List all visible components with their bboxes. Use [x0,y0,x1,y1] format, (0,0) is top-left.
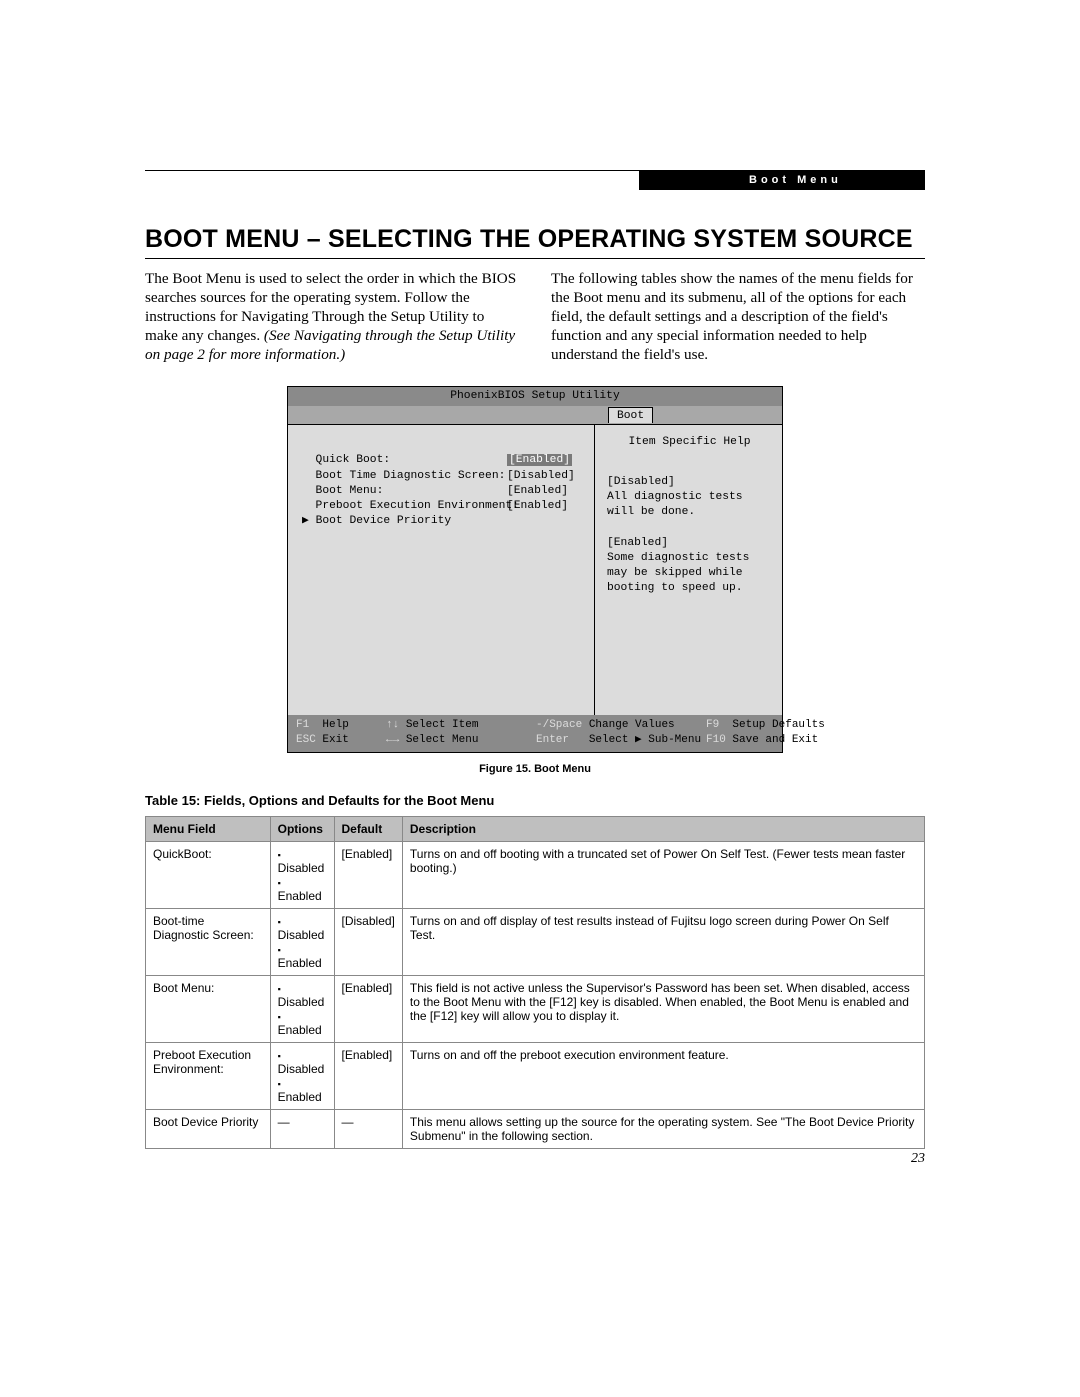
key-minus-space: -/Space [536,719,582,731]
cell-field: Boot Menu: [146,975,271,1042]
option-item: Disabled [278,847,327,875]
cell-description: This field is not active unless the Supe… [402,975,924,1042]
key-f1-label: Help [322,719,348,731]
cell-field: Preboot Execution Environment: [146,1042,271,1109]
bios-row-value: [Enabled] [507,453,572,468]
spec-table: Menu FieldOptionsDefaultDescription Quic… [145,816,925,1149]
figure-caption: Figure 15. Boot Menu [287,763,783,775]
key-enter-label: Select ▶ Sub-Menu [589,734,701,746]
key-enter: Enter [536,734,569,746]
bios-tabbar: Boot [288,406,782,424]
key-f9: F9 [706,719,719,731]
bios-help-title: Item Specific Help [607,435,772,450]
bios-help-body: [Disabled] All diagnostic tests will be … [607,475,772,597]
cell-description: Turns on and off the preboot execution e… [402,1042,924,1109]
key-leftright-label: Select Menu [406,734,479,746]
cell-description: Turns on and off booting with a truncate… [402,841,924,908]
table-row: Boot-time Diagnostic Screen:DisabledEnab… [146,908,925,975]
bios-row-label: Quick Boot: [302,453,507,468]
cell-options: DisabledEnabled [270,841,334,908]
cell-options: DisabledEnabled [270,975,334,1042]
bios-tab-boot: Boot [608,407,653,423]
bios-row-value: [Enabled] [507,499,568,514]
intro-columns: The Boot Menu is used to select the orde… [145,269,925,364]
option-item: Enabled [278,875,327,903]
bios-help: Item Specific Help [Disabled] All diagno… [595,425,782,715]
table-header: Description [402,816,924,841]
table-row: QuickBoot:DisabledEnabled[Enabled]Turns … [146,841,925,908]
key-esc: ESC [296,734,316,746]
bios-row: ▶ Boot Device Priority [302,514,584,529]
section-tag: Boot Menu [639,170,925,190]
table-header: Options [270,816,334,841]
cell-description: Turns on and off display of test results… [402,908,924,975]
key-f1: F1 [296,719,309,731]
key-f10-label: Save and Exit [732,734,818,746]
page-heading: BOOT MENU – SELECTING THE OPERATING SYST… [145,225,925,259]
cell-default: [Disabled] [334,908,402,975]
bios-row: Boot Menu:[Enabled] [302,484,584,499]
cell-default: [Enabled] [334,1042,402,1109]
option-item: Disabled [278,981,327,1009]
table-header: Default [334,816,402,841]
key-esc-label: Exit [322,734,348,746]
bios-row: Quick Boot:[Enabled] [302,453,584,468]
cell-options: DisabledEnabled [270,908,334,975]
option-item: Enabled [278,1076,327,1104]
bios-row-value: [Enabled] [507,484,568,499]
bios-row: Preboot Execution Environment:[Enabled] [302,499,584,514]
option-item: Disabled [278,914,327,942]
bios-row: Boot Time Diagnostic Screen:[Disabled] [302,469,584,484]
bios-row-label: Preboot Execution Environment: [302,499,507,514]
cell-default: [Enabled] [334,841,402,908]
intro-right: The following tables show the names of t… [551,269,925,364]
intro-left: The Boot Menu is used to select the orde… [145,269,519,364]
key-leftright: ←→ [386,734,399,746]
table-header: Menu Field [146,816,271,841]
table-row: Preboot Execution Environment:DisabledEn… [146,1042,925,1109]
bios-row-label: Boot Menu: [302,484,507,499]
cell-options: — [270,1109,334,1148]
cell-field: QuickBoot: [146,841,271,908]
key-updown: ↑↓ [386,719,399,731]
cell-description: This menu allows setting up the source f… [402,1109,924,1148]
bios-row-label: ▶ Boot Device Priority [302,514,507,529]
key-f9-label: Setup Defaults [732,719,824,731]
cell-options: DisabledEnabled [270,1042,334,1109]
cell-default: — [334,1109,402,1148]
cell-default: [Enabled] [334,975,402,1042]
key-updown-label: Select Item [406,719,479,731]
bios-screenshot: PhoenixBIOS Setup Utility Boot Quick Boo… [287,386,783,753]
bios-row-label: Boot Time Diagnostic Screen: [302,469,507,484]
table-row: Boot Menu:DisabledEnabled[Enabled]This f… [146,975,925,1042]
key-f10: F10 [706,734,726,746]
option-item: Disabled [278,1048,327,1076]
bios-footer: F1 Help ↑↓ Select Item -/Space Change Va… [288,715,782,752]
bios-row-value: [Disabled] [507,469,575,484]
page-number: 23 [911,1151,925,1167]
key-minus-space-label: Change Values [589,719,675,731]
bios-fields: Quick Boot:[Enabled] Boot Time Diagnosti… [288,425,595,715]
bios-title: PhoenixBIOS Setup Utility [288,387,782,406]
table-title: Table 15: Fields, Options and Defaults f… [145,793,925,808]
option-item: Enabled [278,942,327,970]
cell-field: Boot Device Priority [146,1109,271,1148]
table-row: Boot Device Priority——This menu allows s… [146,1109,925,1148]
option-item: Enabled [278,1009,327,1037]
cell-field: Boot-time Diagnostic Screen: [146,908,271,975]
